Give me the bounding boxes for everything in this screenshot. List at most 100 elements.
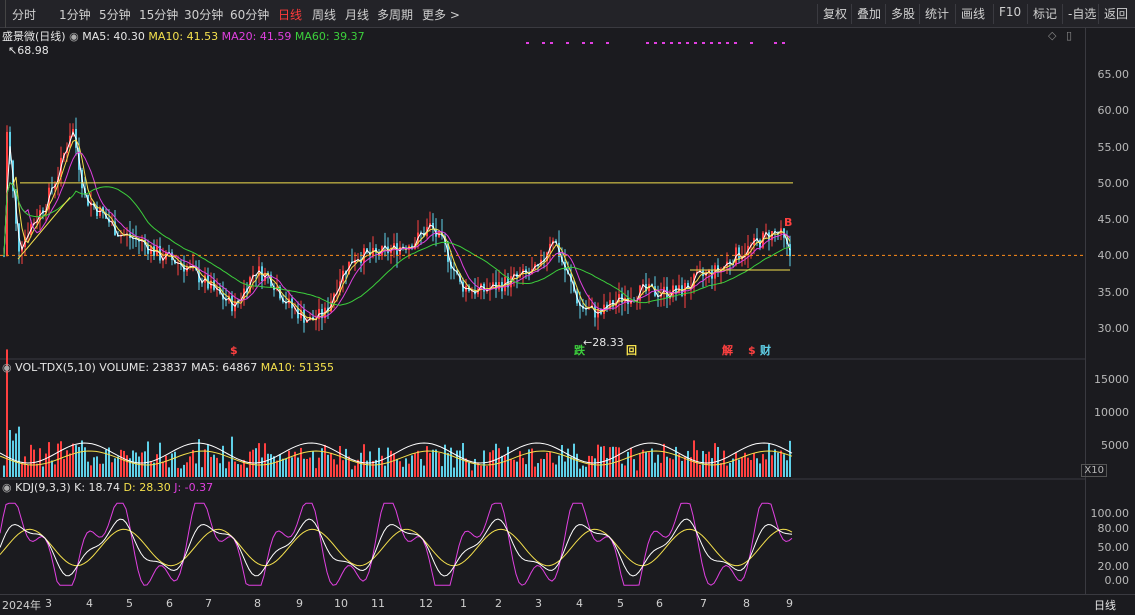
volume-bar [147, 441, 149, 477]
volume-bar [525, 464, 527, 477]
volume-bar [291, 457, 293, 477]
volume-bar [168, 467, 170, 477]
tab-multi-period[interactable]: 多周期 [377, 6, 413, 23]
volume-bar [75, 445, 77, 477]
tab-daily[interactable]: 日线 [278, 6, 302, 23]
x-label: 11 [371, 597, 385, 610]
volume-bar [333, 459, 335, 477]
volume-bar [57, 443, 59, 477]
volume-indicator-label[interactable]: VOL-TDX(5,10) [15, 361, 96, 374]
multi-stock-button[interactable]: 多股 [885, 4, 920, 24]
volume-bar [756, 458, 758, 477]
volume-bar [3, 465, 5, 477]
volume-bar [591, 456, 593, 477]
volume-bar [135, 452, 137, 477]
volume-bar [24, 456, 26, 477]
volume-bar [228, 461, 230, 477]
y-label: 65.00 [1097, 68, 1130, 81]
stock-label[interactable]: 盛景微(日线) [2, 30, 66, 43]
volume-bar [681, 460, 683, 477]
volume-bar [399, 461, 401, 477]
volume-bar [207, 444, 209, 477]
volume-bar [693, 440, 695, 477]
volume-bar [96, 456, 98, 477]
y-label: 55.00 [1097, 141, 1130, 154]
kdj-indicator-label[interactable]: KDJ(9,3,3) [15, 481, 71, 494]
ma60-value: MA60: 39.37 [294, 30, 365, 43]
volume-bar [393, 453, 395, 477]
back-button[interactable]: 返回 [1098, 4, 1133, 24]
volume-bar [165, 455, 167, 477]
volume-value: VOLUME: 23837 [99, 361, 188, 374]
volume-bar [480, 465, 482, 477]
tab-1min[interactable]: 1分钟 [59, 6, 91, 23]
signal-dot [678, 42, 681, 44]
volume-bar [558, 455, 560, 477]
volume-bar [459, 450, 461, 477]
draw-line-button[interactable]: 画线 [955, 4, 990, 24]
volume-bar [219, 463, 221, 477]
volume-bar [264, 443, 266, 477]
f10-button[interactable]: F10 [993, 4, 1026, 24]
vol-y-label: 5000 [1101, 439, 1129, 452]
period-label[interactable]: 日线 [1094, 597, 1116, 613]
tab-fenshi[interactable]: 分时 [12, 6, 36, 23]
volume-bar [729, 462, 731, 477]
event-mark: $ [230, 344, 238, 357]
volume-bar [417, 450, 419, 477]
signal-dot [694, 42, 697, 44]
ma10-line [3, 139, 791, 321]
volume-bar [123, 450, 125, 477]
stats-button[interactable]: 统计 [919, 4, 954, 24]
volume-bar [261, 457, 263, 477]
signal-dot [654, 42, 657, 44]
collapse-icon[interactable]: ◉ [2, 361, 12, 374]
tab-more[interactable]: 更多 > [422, 6, 460, 23]
volume-bar [288, 450, 290, 477]
volume-bar [477, 463, 479, 477]
tab-15min[interactable]: 15分钟 [139, 6, 178, 23]
kline-chart[interactable]: ↖68.98←28.33$ 跌回解 $ 财B [0, 28, 1085, 595]
volume-bar [471, 470, 473, 477]
price-axis[interactable]: 65.00 60.00 55.00 50.00 45.00 40.00 35.0… [1081, 28, 1135, 595]
trend-line [17, 197, 71, 260]
volume-bar [285, 458, 287, 477]
volume-bar [159, 442, 161, 477]
volume-bar [63, 459, 65, 477]
tab-monthly[interactable]: 月线 [345, 6, 369, 23]
volume-bar [705, 454, 707, 477]
volume-bar [378, 447, 380, 477]
collapse-icon[interactable]: ◉ [2, 481, 12, 494]
volume-bar [408, 463, 410, 477]
volume-bar [312, 451, 314, 477]
panel-toggle-icon[interactable]: ▯ [1066, 29, 1072, 42]
fuquan-button[interactable]: 复权 [817, 4, 852, 24]
signal-dot [750, 42, 753, 44]
collapse-icon[interactable]: ◉ [69, 30, 79, 43]
volume-bar [594, 458, 596, 477]
toolbar-grip[interactable] [0, 0, 6, 28]
signal-dot [646, 42, 649, 44]
tab-5min[interactable]: 5分钟 [99, 6, 131, 23]
volume-bar [513, 459, 515, 477]
event-mark: 跌 [574, 343, 586, 357]
volume-bar [627, 451, 629, 477]
kdj-y-label: 80.00 [1097, 522, 1130, 535]
mark-button[interactable]: 标记 [1027, 4, 1062, 24]
volume-bar [276, 460, 278, 477]
volume-bar [390, 450, 392, 477]
tab-60min[interactable]: 60分钟 [230, 6, 269, 23]
time-axis[interactable]: 2024年 3 4 5 6 7 8 9 10 11 12 1 2 3 4 5 6… [0, 594, 1135, 615]
volume-bar [36, 463, 38, 477]
tab-weekly[interactable]: 周线 [312, 6, 336, 23]
volume-bar [420, 458, 422, 477]
volume-bar [759, 463, 761, 477]
watchlist-button[interactable]: -自选 [1062, 4, 1101, 24]
overlay-button[interactable]: 叠加 [851, 4, 886, 24]
tab-30min[interactable]: 30分钟 [184, 6, 223, 23]
volume-bar [582, 465, 584, 477]
volume-bar [318, 457, 320, 477]
volume-bar [81, 440, 83, 477]
volume-bar [60, 441, 62, 477]
diamond-icon[interactable]: ◇ [1048, 29, 1056, 42]
